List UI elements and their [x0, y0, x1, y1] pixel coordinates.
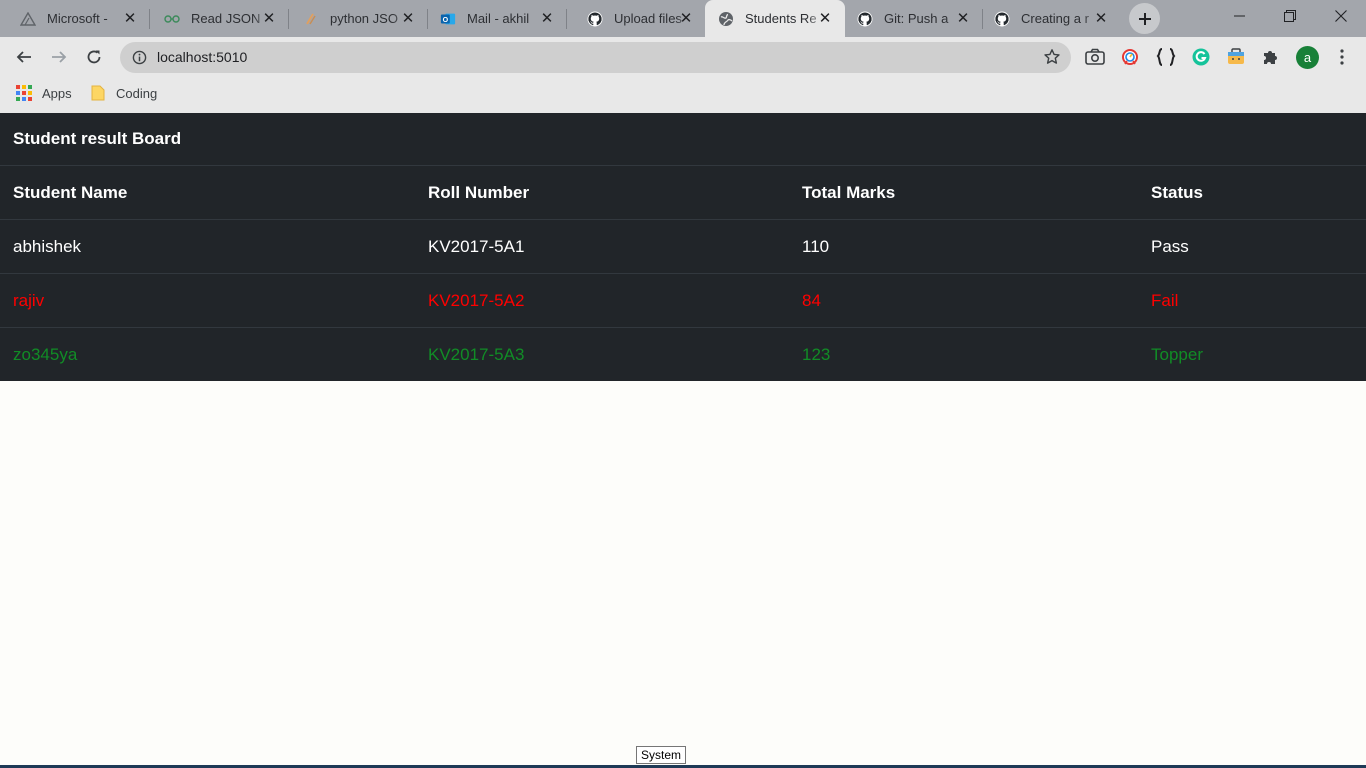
toolbox-extension-icon[interactable]	[1224, 45, 1248, 69]
triangle-icon	[20, 11, 36, 27]
github-icon	[857, 11, 873, 27]
restore-button[interactable]	[1265, 0, 1315, 32]
total-marks: 110	[802, 236, 830, 256]
python-icon	[303, 11, 319, 27]
star-icon[interactable]	[1043, 48, 1061, 71]
table-row: abhishek KV2017-5A1 110 Pass	[0, 220, 1366, 274]
more-menu-icon[interactable]	[1330, 45, 1354, 69]
outlook-icon: O	[440, 11, 456, 27]
tab-upload-files[interactable]: Upload files ✕	[567, 0, 706, 37]
reload-button[interactable]	[80, 43, 108, 71]
close-tab-icon[interactable]: ✕	[122, 10, 138, 27]
reload-icon	[87, 50, 101, 64]
camera-icon[interactable]	[1083, 45, 1107, 69]
tab-title: Students Re	[745, 11, 817, 26]
bookmarks-bar: Apps Coding	[0, 77, 1366, 113]
column-header: Status	[1151, 182, 1203, 202]
close-tab-icon[interactable]: ✕	[539, 10, 555, 27]
eyeglasses-icon	[164, 11, 180, 27]
tab-python-json[interactable]: python JSO ✕	[289, 0, 428, 37]
table-header-row: Student Name Roll Number Total Marks Sta…	[0, 166, 1366, 220]
bookmark-label: Apps	[42, 85, 72, 101]
folder-icon	[90, 85, 106, 101]
clock-extension-icon[interactable]	[1118, 45, 1142, 69]
browser-toolbar: localhost:5010 a	[0, 37, 1366, 77]
column-header: Total Marks	[802, 182, 896, 202]
roll-number: KV2017-5A2	[428, 290, 525, 310]
arrow-left-icon	[16, 51, 31, 63]
column-header: Student Name	[13, 182, 128, 202]
tab-creating[interactable]: Creating a r ✕	[983, 0, 1121, 37]
tab-mail[interactable]: O Mail - akhil ✕	[428, 0, 567, 37]
student-result-table: Student result Board Student Name Roll N…	[0, 113, 1366, 381]
close-window-button[interactable]	[1316, 0, 1366, 32]
close-tab-icon[interactable]: ✕	[261, 10, 277, 27]
result-status: Topper	[1151, 344, 1203, 364]
arrow-right-icon	[52, 51, 67, 63]
table-row: rajiv KV2017-5A2 84 Fail	[0, 274, 1366, 328]
student-name: zo345ya	[13, 344, 78, 364]
restore-icon	[1284, 10, 1296, 22]
globe-icon	[718, 11, 734, 27]
total-marks: 84	[802, 290, 821, 310]
back-button[interactable]	[10, 43, 38, 71]
table-row: zo345ya KV2017-5A3 123 Topper	[0, 328, 1366, 381]
minimize-icon	[1234, 15, 1245, 17]
tab-read-json[interactable]: Read JSON ✕	[150, 0, 289, 37]
column-header: Roll Number	[428, 182, 530, 202]
github-icon	[994, 11, 1010, 27]
close-icon	[1335, 10, 1347, 22]
tab-strip: Microsoft - ✕ Read JSON ✕ python JSO ✕ O…	[0, 0, 1366, 37]
tab-title: Git: Push a	[884, 11, 949, 26]
result-status: Fail	[1151, 290, 1179, 310]
roll-number: KV2017-5A1	[428, 236, 525, 256]
close-tab-icon[interactable]: ✕	[817, 10, 833, 27]
json-extension-icon[interactable]	[1154, 45, 1178, 69]
profile-avatar[interactable]: a	[1296, 46, 1319, 69]
roll-number: KV2017-5A3	[428, 344, 525, 364]
tab-git-push[interactable]: Git: Push a ✕	[845, 0, 983, 37]
student-name: rajiv	[13, 290, 45, 310]
forward-button[interactable]	[45, 43, 73, 71]
page-title: Student result Board	[0, 113, 1366, 166]
svg-text:O: O	[443, 16, 449, 24]
close-tab-icon[interactable]: ✕	[955, 10, 971, 27]
student-name: abhishek	[13, 236, 82, 256]
bookmark-apps[interactable]: Apps	[16, 85, 72, 101]
grammarly-icon[interactable]	[1189, 45, 1213, 69]
tab-title: Microsoft -	[47, 11, 108, 26]
info-icon[interactable]	[132, 50, 147, 70]
apps-grid-icon	[16, 85, 32, 101]
tab-title: Creating a r	[1021, 11, 1089, 26]
result-status: Pass	[1151, 236, 1189, 256]
puzzle-icon[interactable]	[1259, 45, 1283, 69]
bookmark-coding[interactable]: Coding	[90, 85, 157, 101]
total-marks: 123	[802, 344, 831, 364]
bookmark-label: Coding	[116, 85, 158, 101]
close-tab-icon[interactable]: ✕	[678, 10, 694, 27]
tab-title: Mail - akhil	[467, 11, 530, 26]
new-tab-button[interactable]	[1129, 3, 1160, 34]
address-bar[interactable]: localhost:5010	[120, 42, 1071, 73]
github-icon	[587, 11, 603, 27]
minimize-button[interactable]	[1215, 0, 1265, 32]
close-tab-icon[interactable]: ✕	[1093, 10, 1109, 27]
close-tab-icon[interactable]: ✕	[400, 10, 416, 27]
system-tooltip: System	[636, 746, 687, 764]
url-text[interactable]: localhost:5010	[157, 49, 247, 65]
tab-students-result[interactable]: Students Re ✕	[705, 0, 845, 37]
plus-icon	[1138, 12, 1151, 25]
tab-microsoft[interactable]: Microsoft - ✕	[0, 0, 150, 37]
